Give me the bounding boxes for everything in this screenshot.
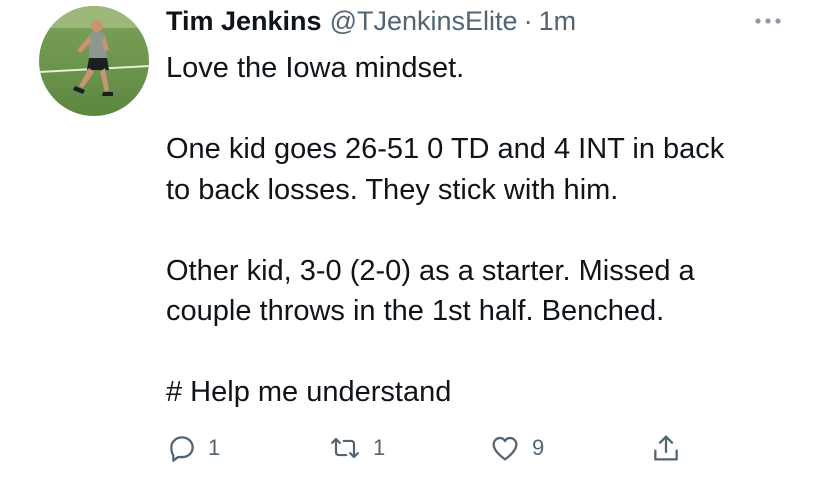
retweet-button[interactable]: 1 (327, 428, 385, 468)
author-handle[interactable]: @TJenkinsElite (330, 6, 518, 37)
tweet-header: Tim Jenkins @TJenkinsElite · 1m (166, 6, 576, 40)
like-button[interactable]: 9 (488, 428, 544, 468)
retweet-icon (331, 437, 359, 459)
tweet-text: Love the Iowa mindset. One kid goes 26-5… (166, 48, 806, 413)
hashtag-line[interactable]: # Help me understand (166, 372, 806, 413)
avatar[interactable] (39, 6, 149, 116)
like-count: 9 (532, 435, 545, 460)
reply-button[interactable]: 1 (166, 428, 220, 468)
reply-count: 1 (208, 435, 221, 460)
tweet[interactable]: Tim Jenkins @TJenkinsElite · 1m Love the… (0, 0, 827, 490)
tweet-actions: 1 1 9 (0, 428, 827, 468)
heart-icon (492, 436, 518, 461)
tweet-text-line: to back losses. They stick with him. (166, 173, 619, 206)
retweet-count: 1 (373, 435, 386, 460)
tweet-text-line: couple throws in the 1st half. Benched. (166, 295, 665, 327)
tweet-text-line: Other kid, 3-0 (2-0) as a starter. Misse… (166, 254, 695, 287)
tweet-timestamp[interactable]: 1m (539, 6, 577, 37)
more-horizontal-icon (755, 18, 781, 24)
share-icon (654, 435, 678, 461)
separator-dot: · (523, 6, 533, 36)
author-display-name[interactable]: Tim Jenkins (166, 6, 322, 37)
reply-icon (170, 436, 194, 462)
tweet-text-line: Love the Iowa mindset. (166, 52, 465, 84)
more-options-button[interactable] (753, 14, 787, 28)
tweet-text-line: One kid goes 26-51 0 TD and 4 INT in bac… (166, 133, 725, 165)
share-button[interactable] (650, 428, 682, 468)
